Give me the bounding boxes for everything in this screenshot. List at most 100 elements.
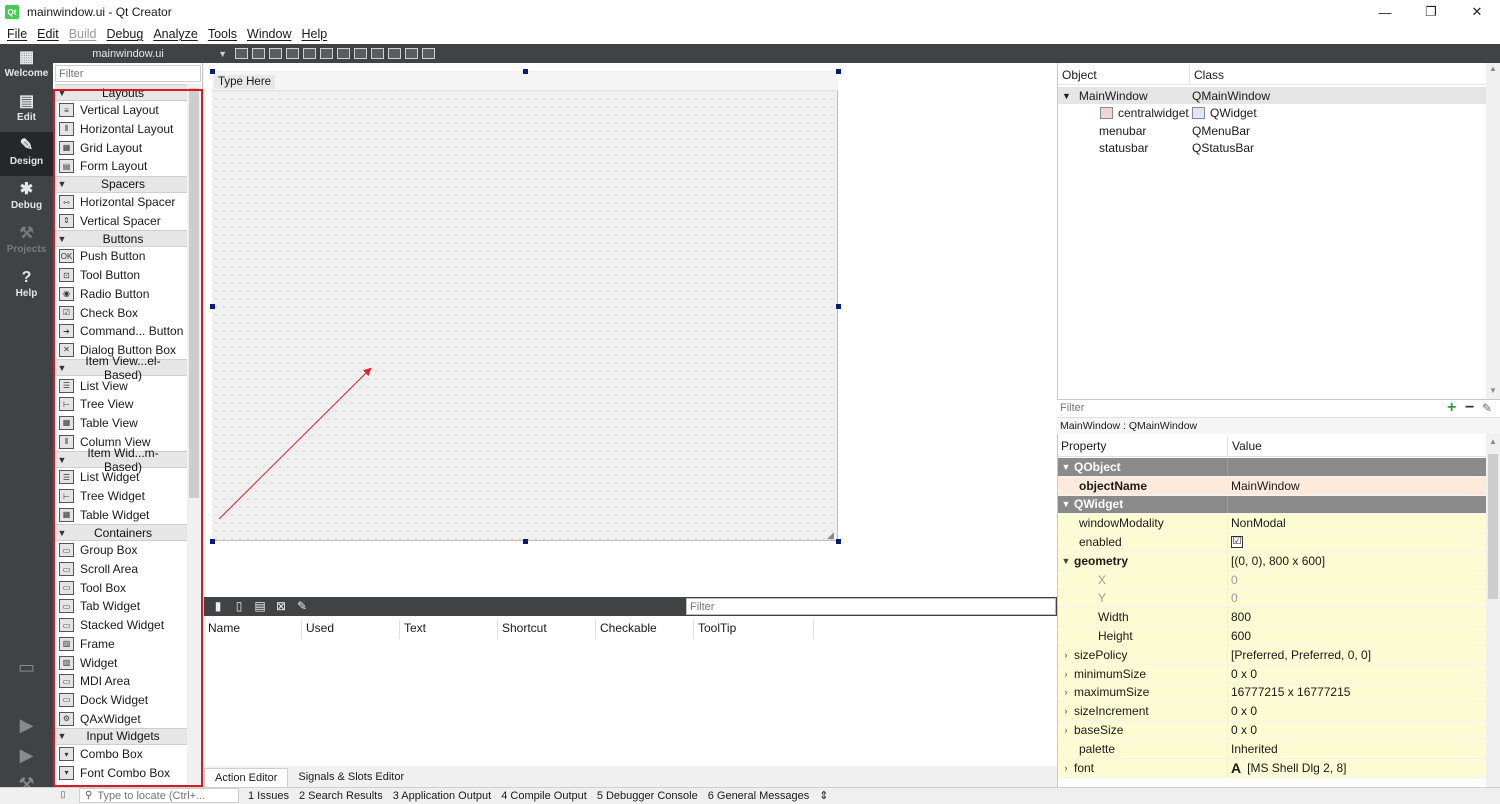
property-value-cell[interactable]: [Preferred, Preferred, 0, 0] [1228, 648, 1371, 662]
category-buttons[interactable]: ▼ Buttons [55, 230, 187, 248]
locator[interactable]: ⚲ [79, 788, 239, 803]
edit-signals-slots-icon[interactable] [252, 48, 265, 59]
output-pane-general-messages[interactable]: 6 General Messages [703, 790, 815, 802]
property-filter-input[interactable] [1058, 401, 1444, 416]
edit-buddies-icon[interactable] [269, 48, 282, 59]
chevron-right-icon[interactable]: › [1058, 763, 1074, 773]
column-shortcut[interactable]: Shortcut [498, 619, 596, 639]
property-value-cell[interactable]: 600 [1228, 629, 1251, 643]
widget-group-box[interactable]: ▭ Group Box [55, 541, 187, 560]
property-value-cell[interactable]: 16777215 x 16777215 [1228, 685, 1350, 699]
run-icon[interactable]: ▶ [0, 710, 53, 740]
monitor-icon[interactable]: ▭ [0, 652, 53, 682]
property-row-minimumsize[interactable]: › minimumSize 0 x 0 [1058, 664, 1486, 684]
property-value-cell[interactable]: [(0, 0), 800 x 600] [1228, 554, 1325, 568]
column-used[interactable]: Used [302, 619, 400, 639]
property-value-cell[interactable]: 0 x 0 [1228, 723, 1257, 737]
property-value-cell[interactable]: 0 [1228, 591, 1238, 605]
menu-debug[interactable]: Debug [102, 27, 149, 41]
object-row-mainwindow[interactable]: ▼ MainWindow QMainWindow [1058, 87, 1486, 104]
widget-scroll-area[interactable]: ▭ Scroll Area [55, 560, 187, 579]
property-row-windowmodality[interactable]: windowModality NonModal [1058, 514, 1486, 534]
property-value-cell[interactable]: NonModal [1228, 516, 1286, 530]
column-checkable[interactable]: Checkable [596, 619, 694, 639]
remove-property-icon[interactable]: − [1465, 400, 1474, 416]
scroll-up-icon[interactable]: ▲ [1486, 63, 1500, 75]
break-layout-icon[interactable] [405, 48, 418, 59]
widget-table-widget[interactable]: ▦ Table Widget [55, 505, 187, 524]
widget-mdi-area[interactable]: ▭ MDI Area [55, 672, 187, 691]
resize-handle[interactable] [836, 69, 841, 74]
widget-tree-view[interactable]: ⊢ Tree View [55, 395, 187, 414]
resize-handle[interactable] [836, 304, 841, 309]
property-value-cell[interactable]: MainWindow [1228, 479, 1300, 493]
property-row-basesize[interactable]: › baseSize 0 x 0 [1058, 721, 1486, 740]
category-item-wid-m-based-[interactable]: ▼ Item Wid...m-Based) [55, 446, 187, 474]
widget-frame[interactable]: ▨ Frame [55, 635, 187, 654]
widget-box-scrollbar[interactable] [187, 84, 201, 784]
widget-tab-widget[interactable]: ▭ Tab Widget [55, 597, 187, 616]
mode-projects[interactable]: ⚒ Projects [0, 220, 53, 264]
property-row-width[interactable]: Width 800 [1058, 608, 1486, 628]
layout-horizontal-splitter-icon[interactable] [337, 48, 350, 59]
category-containers[interactable]: ▼ Containers [55, 524, 187, 542]
layout-vertical-icon[interactable] [320, 48, 333, 59]
widget-filter-input[interactable] [55, 65, 201, 82]
widget-push-button[interactable]: OK Push Button [55, 247, 187, 266]
widget-combo-box[interactable]: ▾ Combo Box [55, 745, 187, 764]
resize-handle[interactable] [836, 539, 841, 544]
column-name[interactable]: Name [204, 619, 302, 639]
category-spacers[interactable]: ▼ Spacers [55, 175, 187, 193]
resize-handle[interactable] [210, 539, 215, 544]
property-row-sizeincrement[interactable]: › sizeIncrement 0 x 0 [1058, 702, 1486, 722]
resize-handle[interactable] [523, 69, 528, 74]
property-row-palette[interactable]: palette Inherited [1058, 740, 1486, 759]
chevron-right-icon[interactable]: › [1058, 669, 1074, 679]
configure-icon[interactable]: ✎ [295, 600, 309, 613]
widget-qaxwidget[interactable]: ⚙ QAxWidget [55, 709, 187, 728]
menu-build[interactable]: Build [64, 27, 102, 41]
scrollbar-thumb[interactable] [189, 88, 199, 498]
widget-stacked-widget[interactable]: ▭ Stacked Widget [55, 616, 187, 635]
output-pane-search-results[interactable]: 2 Search Results [294, 790, 388, 802]
resize-handle[interactable] [523, 539, 528, 544]
copy-action-icon[interactable]: ▯ [232, 600, 246, 613]
widget-form-layout[interactable]: ▤ Form Layout [55, 157, 187, 176]
property-row-enabled[interactable]: enabled ☑ [1058, 533, 1486, 552]
widget-vertical-spacer[interactable]: ⇕ Vertical Spacer [55, 211, 187, 230]
object-inspector-scrollbar[interactable]: ▲ ▼ [1486, 63, 1500, 399]
column-object[interactable]: Object [1058, 65, 1190, 84]
widget-tool-button[interactable]: ⊡ Tool Button [55, 266, 187, 285]
menu-edit[interactable]: Edit [32, 27, 64, 41]
scrollbar-thumb[interactable] [1488, 454, 1498, 599]
category-input-widgets[interactable]: ▼ Input Widgets [55, 727, 187, 745]
layout-vertical-splitter-icon[interactable] [354, 48, 367, 59]
property-row-y[interactable]: Y0 [1058, 589, 1486, 609]
menu-window[interactable]: Window [242, 27, 296, 41]
output-pane-application-output[interactable]: 3 Application Output [388, 790, 496, 802]
object-row-centralwidget[interactable]: centralwidget QWidget [1058, 105, 1486, 122]
chevron-right-icon[interactable]: › [1058, 706, 1074, 716]
paste-action-icon[interactable]: ▤ [253, 600, 267, 613]
widget-tool-box[interactable]: ▭ Tool Box [55, 578, 187, 597]
minimize-button[interactable]: — [1362, 0, 1408, 24]
configure-wrench-icon[interactable]: ✎ [1482, 400, 1492, 416]
new-action-icon[interactable]: ▮ [211, 600, 225, 613]
menu-analyze[interactable]: Analyze [148, 27, 202, 41]
maximize-button[interactable]: ❐ [1408, 0, 1454, 24]
widget-check-box[interactable]: ☑ Check Box [55, 303, 187, 322]
more-panes-icon[interactable]: ⇕ [814, 789, 833, 802]
mode-welcome[interactable]: ▦ Welcome [0, 44, 53, 88]
category-layouts[interactable]: ▼ Layouts [55, 84, 187, 101]
widget-font-combo-box[interactable]: ▾ Font Combo Box [55, 764, 187, 783]
chevron-right-icon[interactable]: › [1058, 687, 1074, 697]
tab-action-editor[interactable]: Action Editor [204, 768, 289, 787]
mode-debug[interactable]: ✱ Debug [0, 176, 53, 220]
widget-horizontal-layout[interactable]: ⫴ Horizontal Layout [55, 120, 187, 139]
widget-table-view[interactable]: ▦ Table View [55, 414, 187, 433]
property-row-font[interactable]: › font A [MS Shell Dlg 2, 8] [1058, 758, 1486, 778]
menu-help[interactable]: Help [296, 27, 332, 41]
object-row-menubar[interactable]: menubar QMenuBar [1058, 122, 1486, 139]
property-value-cell[interactable]: 0 x 0 [1228, 704, 1257, 718]
chevron-down-icon[interactable]: ▼ [1058, 556, 1074, 566]
